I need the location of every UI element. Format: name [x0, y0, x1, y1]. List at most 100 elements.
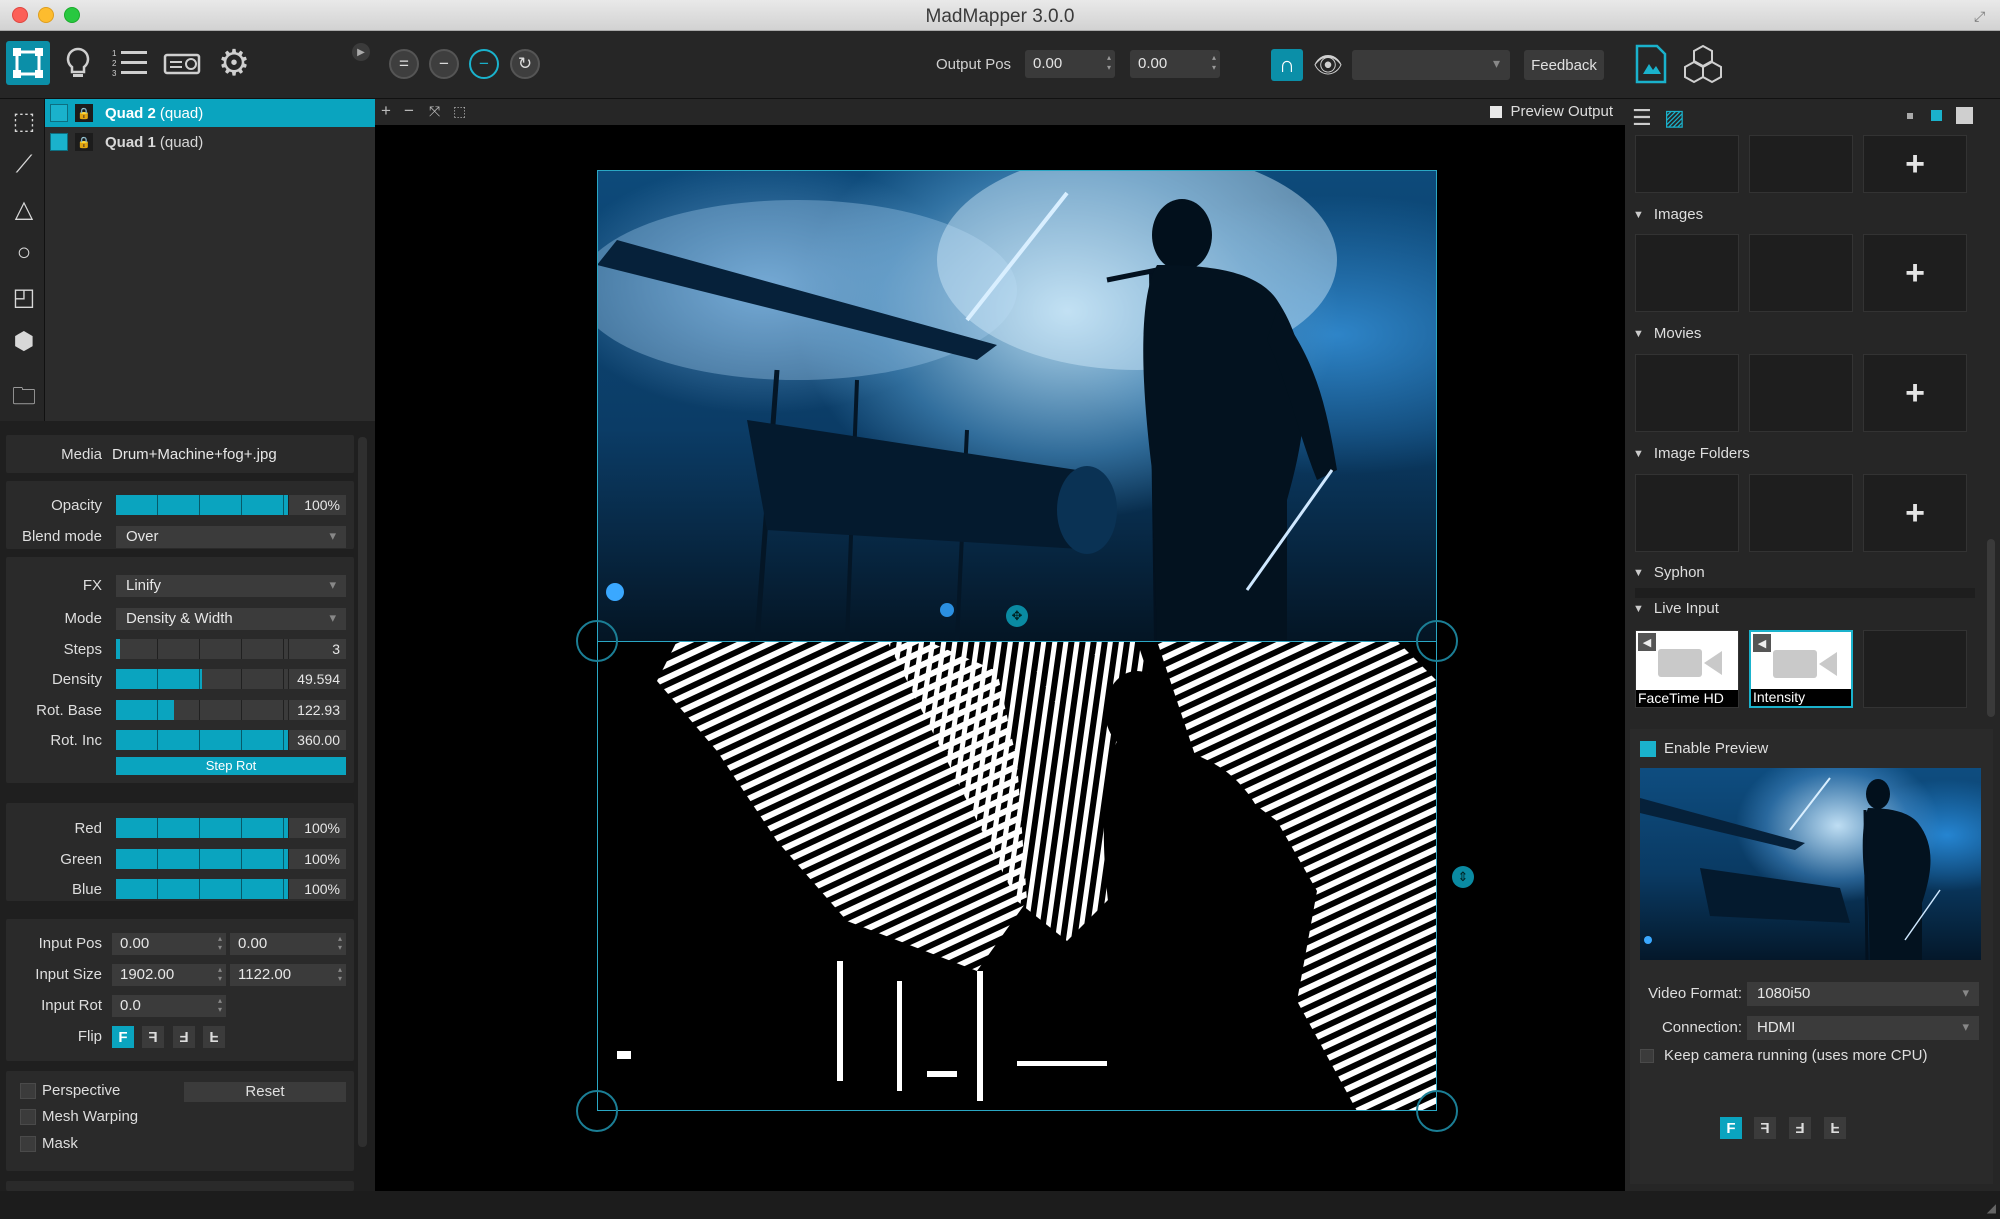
- plus-icon[interactable]: +: [381, 101, 391, 121]
- move-handle[interactable]: ✥: [1006, 605, 1028, 627]
- lock-icon[interactable]: 🔒: [75, 133, 93, 151]
- snap-button[interactable]: ∩: [1271, 49, 1303, 81]
- output-select-dropdown[interactable]: [1352, 50, 1510, 80]
- media-slot[interactable]: [1749, 474, 1853, 552]
- input-pos-y-field[interactable]: 0.00: [230, 933, 346, 955]
- input-size-h-field[interactable]: 1122.00: [230, 964, 346, 986]
- rot-base-slider[interactable]: 122.93: [116, 700, 346, 720]
- media-value[interactable]: Drum+Machine+fog+.jpg: [112, 446, 277, 463]
- modules-button[interactable]: [1680, 41, 1726, 87]
- collapse-triangle-icon[interactable]: ▼: [1633, 567, 1644, 579]
- light-mode-button[interactable]: [56, 41, 100, 85]
- enable-preview-checkbox[interactable]: [1640, 741, 1656, 757]
- images-section-header[interactable]: ▼ Images: [1633, 206, 1703, 223]
- input-pos-x-field[interactable]: 0.00: [112, 933, 226, 955]
- media-browser-scrollbar[interactable]: [1987, 539, 1995, 717]
- perspective-checkbox[interactable]: [20, 1083, 36, 1099]
- add-line-tool[interactable]: ⟋: [8, 149, 40, 181]
- green-slider[interactable]: 100%: [116, 849, 346, 869]
- steps-slider[interactable]: 3: [116, 639, 346, 659]
- add-group-tool[interactable]: 🗀: [8, 383, 40, 415]
- align-button[interactable]: =: [389, 49, 419, 79]
- medium-thumb-size-icon[interactable]: [1931, 110, 1942, 121]
- spinner-icon[interactable]: ▴ ▾: [1212, 53, 1216, 73]
- output-pos-y-field[interactable]: 0.00 ▴ ▾: [1130, 50, 1220, 78]
- projector-button[interactable]: [160, 41, 204, 85]
- feedback-button[interactable]: Feedback: [1524, 50, 1604, 80]
- add-triangle-tool[interactable]: △: [8, 193, 40, 225]
- blue-value[interactable]: 100%: [288, 879, 346, 899]
- output-pos-x-field[interactable]: 0.00 ▴ ▾: [1025, 50, 1115, 78]
- red-slider[interactable]: 100%: [116, 818, 346, 838]
- video-format-select[interactable]: 1080i50: [1747, 982, 1979, 1006]
- flip-both-button[interactable]: F: [1789, 1117, 1811, 1139]
- flip-vertical-button[interactable]: F: [203, 1026, 225, 1048]
- live-input-section-header[interactable]: ▼ Live Input: [1633, 600, 1719, 617]
- collapse-triangle-icon[interactable]: ▼: [1633, 209, 1644, 221]
- add-folder-button[interactable]: +: [1863, 474, 1967, 552]
- reset-button[interactable]: Reset: [184, 1082, 346, 1102]
- image-folders-section-header[interactable]: ▼ Image Folders: [1633, 445, 1750, 462]
- preview-output-toggle[interactable]: Preview Output: [1490, 103, 1613, 120]
- preferences-button[interactable]: ⚙: [212, 41, 256, 85]
- fx-select[interactable]: Linify: [116, 575, 346, 597]
- density-slider[interactable]: 49.594: [116, 669, 346, 689]
- rot-inc-value[interactable]: 360.00: [288, 730, 346, 750]
- add-media-button[interactable]: +: [1863, 135, 1967, 193]
- collapse-triangle-icon[interactable]: ▼: [1633, 448, 1644, 460]
- flip-none-button[interactable]: F: [112, 1026, 134, 1048]
- media-slot[interactable]: [1635, 354, 1739, 432]
- live-input-facetime[interactable]: ◀ FaceTime HD: [1635, 630, 1739, 708]
- rotate-button[interactable]: ↻: [510, 49, 540, 79]
- rot-base-value[interactable]: 122.93: [288, 700, 346, 720]
- spinner-icon[interactable]: ▴ ▾: [1107, 53, 1111, 73]
- surface-row[interactable]: 🔒 Quad 1 (quad): [45, 128, 375, 156]
- mask-checkbox[interactable]: [20, 1136, 36, 1152]
- media-slot[interactable]: [1635, 135, 1739, 193]
- media-slot[interactable]: [1863, 630, 1967, 708]
- blend-mode-select[interactable]: Over: [116, 526, 346, 548]
- input-size-w-field[interactable]: 1902.00: [112, 964, 226, 986]
- flip-horizontal-button[interactable]: F: [142, 1026, 164, 1048]
- center-button[interactable]: −: [469, 49, 499, 79]
- list-view-icon[interactable]: ☰: [1632, 105, 1652, 131]
- movies-section-header[interactable]: ▼ Movies: [1633, 325, 1701, 342]
- cue-list-button[interactable]: 123: [108, 41, 152, 85]
- corner-handle-bottom-right[interactable]: [1416, 1090, 1458, 1132]
- steps-value[interactable]: 3: [288, 639, 346, 659]
- preview-toggle-button[interactable]: 👁: [1312, 49, 1344, 81]
- add-mask-tool[interactable]: ◰: [8, 281, 40, 313]
- minus-icon[interactable]: −: [404, 101, 414, 121]
- collapse-triangle-icon[interactable]: ▼: [1633, 603, 1644, 615]
- collapse-triangle-icon[interactable]: ▼: [1633, 328, 1644, 340]
- media-slot[interactable]: [1749, 234, 1853, 312]
- window-resize-icon[interactable]: ◢: [1987, 1201, 1996, 1215]
- flip-vertical-button[interactable]: F: [1824, 1117, 1846, 1139]
- thumbnail-view-icon[interactable]: ▨: [1664, 105, 1685, 131]
- keep-camera-running-checkbox[interactable]: [1640, 1049, 1654, 1063]
- red-value[interactable]: 100%: [288, 818, 346, 838]
- preview-output-checkbox[interactable]: [1490, 105, 1503, 118]
- flip-both-button[interactable]: F: [173, 1026, 195, 1048]
- fit-icon[interactable]: ⤧: [429, 103, 440, 120]
- add-image-button[interactable]: +: [1863, 234, 1967, 312]
- opacity-value[interactable]: 100%: [288, 495, 346, 515]
- output-canvas[interactable]: ✥ ⇕: [375, 125, 1625, 1191]
- live-input-intensity[interactable]: ◀ Intensity: [1749, 630, 1853, 708]
- select-icon[interactable]: ⬚: [453, 103, 466, 120]
- rot-inc-slider[interactable]: 360.00: [116, 730, 346, 750]
- corner-handle-top-right[interactable]: [1416, 620, 1458, 662]
- connection-select[interactable]: HDMI: [1747, 1016, 1979, 1040]
- flip-horizontal-button[interactable]: F: [1754, 1117, 1776, 1139]
- add-3d-object-tool[interactable]: ⬢: [8, 325, 40, 357]
- mode-select[interactable]: Density & Width: [116, 608, 346, 630]
- media-slot[interactable]: [1635, 234, 1739, 312]
- fullscreen-icon[interactable]: ⤢: [1974, 8, 1990, 24]
- small-thumb-size-icon[interactable]: [1907, 113, 1913, 119]
- media-slot[interactable]: [1749, 354, 1853, 432]
- media-slot[interactable]: [1749, 135, 1853, 193]
- surface-row[interactable]: 🔒 Quad 2 (quad): [45, 99, 375, 127]
- add-quad-tool[interactable]: ⬚: [8, 105, 40, 137]
- media-slot[interactable]: [1635, 474, 1739, 552]
- opacity-slider[interactable]: 100%: [116, 495, 346, 515]
